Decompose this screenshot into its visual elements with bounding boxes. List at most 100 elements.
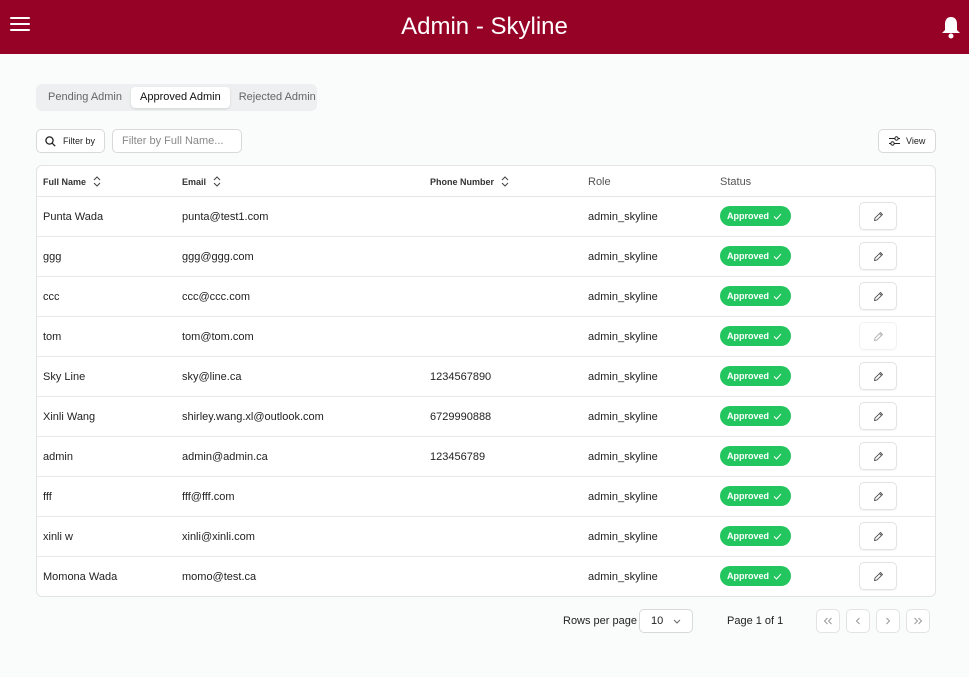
filter-name-input[interactable] xyxy=(112,129,242,153)
tab-approved-admin[interactable]: Approved Admin xyxy=(131,87,230,108)
table-row: ccc ccc@ccc.com admin_skyline Approved xyxy=(37,277,935,317)
cell-email: punta@test1.com xyxy=(182,211,269,223)
check-icon xyxy=(773,413,782,420)
status-badge: Approved xyxy=(720,406,791,426)
sort-icon[interactable] xyxy=(213,176,221,187)
tab-pending-admin[interactable]: Pending Admin xyxy=(39,87,131,108)
status-badge-label: Approved xyxy=(727,291,770,301)
cell-role: admin_skyline xyxy=(588,411,658,423)
edit-button[interactable] xyxy=(859,282,897,310)
check-icon xyxy=(773,253,782,260)
pencil-icon xyxy=(873,451,883,461)
table-row: admin admin@admin.ca 123456789 admin_skylin… xyxy=(37,437,935,477)
edit-button[interactable] xyxy=(859,202,897,230)
rows-per-page-value: 10 xyxy=(651,615,664,627)
status-badge: Approved xyxy=(720,566,791,586)
check-icon xyxy=(773,533,782,540)
column-email[interactable]: Email xyxy=(182,166,221,197)
app-header: Admin - Skyline xyxy=(0,0,969,54)
cell-role: admin_skyline xyxy=(588,211,658,223)
edit-button[interactable] xyxy=(859,402,897,430)
column-email-label: Email xyxy=(182,176,207,187)
rows-per-page-select[interactable]: 10 xyxy=(639,609,693,633)
last-page-button[interactable] xyxy=(906,609,930,633)
sort-icon[interactable] xyxy=(501,176,509,187)
edit-button[interactable] xyxy=(859,522,897,550)
next-page-button[interactable] xyxy=(876,609,900,633)
edit-button[interactable] xyxy=(859,442,897,470)
column-full-name[interactable]: Full Name xyxy=(43,166,101,197)
status-badge: Approved xyxy=(720,286,791,306)
sort-icon[interactable] xyxy=(93,176,101,187)
pencil-icon xyxy=(873,531,883,541)
cell-full-name: Sky Line xyxy=(43,371,86,383)
status-badge: Approved xyxy=(720,366,791,386)
status-badge: Approved xyxy=(720,446,791,466)
rows-per-page-label: Rows per page xyxy=(563,615,637,627)
cell-role: admin_skyline xyxy=(588,491,658,503)
status-badge: Approved xyxy=(720,246,791,266)
cell-full-name: tom xyxy=(43,331,62,343)
table-body: Punta Wada punta@test1.com admin_skyline Ap… xyxy=(37,197,935,596)
main-content: Pending Admin Approved Admin Rejected Ad… xyxy=(0,54,969,677)
status-badge: Approved xyxy=(720,526,791,546)
cell-role: admin_skyline xyxy=(588,531,658,543)
status-badge-label: Approved xyxy=(727,211,770,221)
first-page-button[interactable] xyxy=(816,609,840,633)
column-phone-number[interactable]: Phone Number xyxy=(430,166,509,197)
status-tabs: Pending Admin Approved Admin Rejected Ad… xyxy=(36,84,317,111)
edit-button[interactable] xyxy=(859,562,897,590)
status-badge-label: Approved xyxy=(727,331,770,341)
cell-phone-number: 123456789 xyxy=(430,451,486,463)
cell-email: xinli@xinli.com xyxy=(182,531,255,543)
cell-role: admin_skyline xyxy=(588,371,658,383)
edit-button[interactable] xyxy=(859,242,897,270)
table-row: xinli w xinli@xinli.com admin_skyline Appro… xyxy=(37,517,935,557)
cell-phone-number: 1234567890 xyxy=(430,371,492,383)
status-badge: Approved xyxy=(720,206,791,226)
edit-button xyxy=(859,322,897,350)
cell-role: admin_skyline xyxy=(588,571,658,583)
chevron-down-icon xyxy=(673,619,681,624)
edit-button[interactable] xyxy=(859,362,897,390)
cell-phone-number: 6729990888 xyxy=(430,411,492,423)
edit-button[interactable] xyxy=(859,482,897,510)
table-row: fff fff@fff.com admin_skyline Approved xyxy=(37,477,935,517)
table-row: Sky Line sky@line.ca 1234567890 admin_skyli… xyxy=(37,357,935,397)
cell-full-name: ggg xyxy=(43,251,62,263)
status-badge: Approved xyxy=(720,486,791,506)
chevron-left-icon xyxy=(855,617,860,625)
status-badge: Approved xyxy=(720,326,791,346)
column-full-name-label: Full Name xyxy=(43,176,87,187)
view-options-button[interactable]: View xyxy=(878,129,936,153)
status-badge-label: Approved xyxy=(727,531,770,541)
pencil-icon xyxy=(873,571,883,581)
previous-page-button[interactable] xyxy=(846,609,870,633)
bell-icon[interactable] xyxy=(940,15,962,39)
pencil-icon xyxy=(873,211,883,221)
status-badge-label: Approved xyxy=(727,251,770,261)
search-icon xyxy=(45,135,56,147)
cell-email: momo@test.ca xyxy=(182,571,257,583)
status-badge-label: Approved xyxy=(727,491,770,501)
cell-email: sky@line.ca xyxy=(182,371,242,383)
check-icon xyxy=(773,493,782,500)
column-phone-number-label: Phone Number xyxy=(430,176,495,187)
cell-full-name: xinli w xyxy=(43,531,73,543)
page-indicator: Page 1 of 1 xyxy=(727,615,784,627)
tab-rejected-admin[interactable]: Rejected Admin xyxy=(230,87,325,108)
cell-email: admin@admin.ca xyxy=(182,451,268,463)
status-badge-label: Approved xyxy=(727,571,770,581)
pencil-icon xyxy=(873,331,883,341)
filter-by-label: Filter by xyxy=(63,136,96,146)
cell-email: tom@tom.com xyxy=(182,331,254,343)
cell-role: admin_skyline xyxy=(588,251,658,263)
check-icon xyxy=(773,453,782,460)
filter-by-button[interactable]: Filter by xyxy=(36,129,105,153)
status-badge-label: Approved xyxy=(727,371,770,381)
check-icon xyxy=(773,293,782,300)
check-icon xyxy=(773,213,782,220)
cell-full-name: fff xyxy=(43,491,52,503)
pencil-icon xyxy=(873,411,883,421)
cell-email: ggg@ggg.com xyxy=(182,251,254,263)
